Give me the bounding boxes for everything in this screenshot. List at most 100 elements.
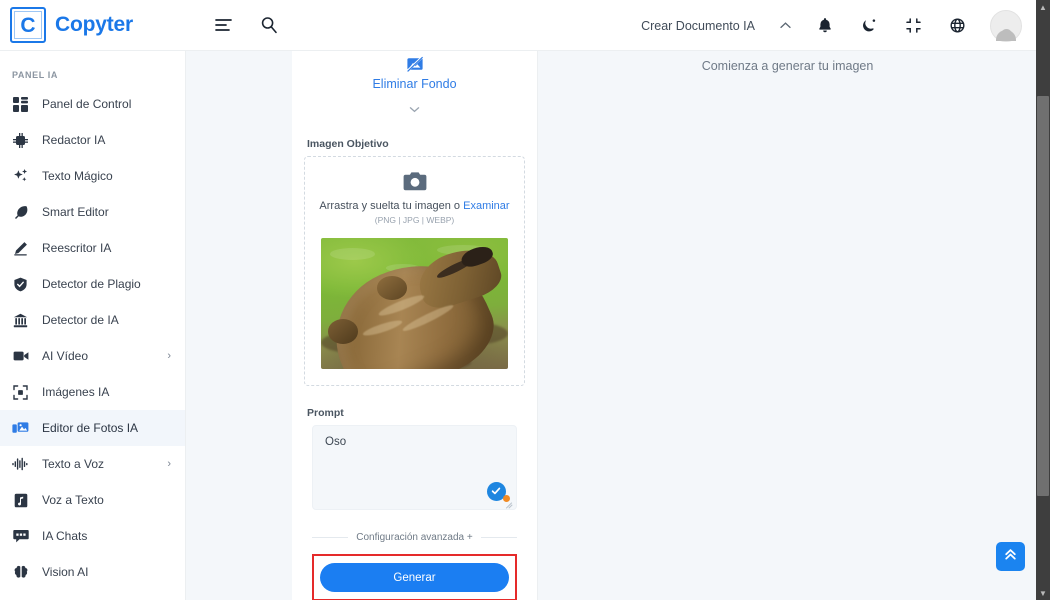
- shield-check-icon: [12, 276, 29, 293]
- prompt-textarea[interactable]: Oso: [312, 425, 517, 510]
- tool-settings-card: Eliminar Fondo Imagen Objetivo Arrastra …: [292, 51, 538, 600]
- bank-detector-icon: [12, 312, 29, 329]
- chevron-down-icon[interactable]: [304, 105, 525, 117]
- sidebar-item-label: Reescritor IA: [42, 241, 112, 255]
- target-image-label: Imagen Objetivo: [307, 138, 389, 150]
- sidebar-item-label: AI Vídeo: [42, 349, 89, 363]
- uploaded-image-thumbnail[interactable]: [321, 238, 508, 369]
- generate-button[interactable]: Generar: [320, 563, 509, 592]
- scrollbar-up-arrow[interactable]: ▲: [1036, 0, 1050, 14]
- advanced-settings-label: Configuración avanzada +: [356, 532, 473, 543]
- search-icon[interactable]: [258, 14, 280, 36]
- tool-tab-label: Eliminar Fondo: [372, 77, 457, 91]
- dropzone-formats: (PNG | JPG | WEBP): [374, 215, 455, 225]
- audio-file-icon: [12, 492, 29, 509]
- divider-left: [312, 537, 349, 538]
- chevron-right-icon[interactable]: ›: [167, 458, 171, 470]
- app-root: C Copyter Crear Documento IA PANEL IA Pa…: [0, 0, 1050, 600]
- image-frame-icon: [12, 384, 29, 401]
- browser-scrollbar[interactable]: ▲ ▼: [1036, 0, 1050, 600]
- dropzone-text: Arrastra y suelta tu imagen o: [319, 200, 464, 212]
- left-gutter: [186, 51, 292, 600]
- moon-icon[interactable]: [858, 15, 880, 37]
- sidebar-item-panel-de-control[interactable]: Panel de Control: [0, 86, 185, 122]
- scroll-to-top-button[interactable]: [996, 542, 1025, 571]
- sidebar-item-label: Texto a Voz: [42, 457, 105, 471]
- sidebar-item-vision-ai[interactable]: Vision AI: [0, 554, 185, 590]
- globe-icon[interactable]: [946, 15, 968, 37]
- sidebar-item-label: Smart Editor: [42, 205, 109, 219]
- sidebar-item-editor-de-fotos-ia[interactable]: Editor de Fotos IA: [0, 410, 185, 446]
- scrollbar-track[interactable]: ▲ ▼: [1036, 0, 1050, 600]
- sidebar-item-label: Redactor IA: [42, 133, 106, 147]
- divider-right: [480, 537, 518, 538]
- waveform-icon: [12, 456, 29, 473]
- dropzone-text-row: Arrastra y suelta tu imagen o Examinar: [313, 200, 516, 212]
- scrollbar-down-arrow[interactable]: ▼: [1036, 586, 1050, 600]
- sidebar-item-label: IA Chats: [42, 529, 88, 543]
- double-chevron-up-icon: [1003, 547, 1018, 567]
- sidebar-section-title: PANEL IA: [12, 70, 58, 80]
- sidebar-item-texto-a-voz[interactable]: Texto a Voz ›: [0, 446, 185, 482]
- chat-bubble-icon: [12, 528, 29, 545]
- sidebar-item-label: Texto Mágico: [42, 169, 113, 183]
- video-camera-icon: [12, 348, 29, 365]
- brand-name: Copyter: [55, 13, 133, 36]
- bell-icon[interactable]: [814, 15, 836, 37]
- sidebar-item-texto-magico[interactable]: Texto Mágico: [0, 158, 185, 194]
- sidebar-item-detector-de-ia[interactable]: Detector de IA: [0, 302, 185, 338]
- sidebar-item-detector-de-plagio[interactable]: Detector de Plagio: [0, 266, 185, 302]
- sidebar-item-label: Editor de Fotos IA: [42, 421, 139, 435]
- sidebar-item-imagenes-ia[interactable]: Imágenes IA: [0, 374, 185, 410]
- bear-ear-shape: [377, 275, 407, 300]
- sidebar-item-label: Panel de Control: [42, 97, 132, 111]
- sidebar-item-voz-a-texto[interactable]: Voz a Texto: [0, 482, 185, 518]
- sidebar-item-label: Detector de Plagio: [42, 277, 141, 291]
- main-content: Eliminar Fondo Imagen Objetivo Arrastra …: [186, 51, 1036, 600]
- chip-ai-icon: [12, 132, 29, 149]
- user-avatar-icon[interactable]: [990, 9, 1022, 42]
- sidebar-item-label: Vision AI: [42, 565, 89, 579]
- top-header: C Copyter Crear Documento IA: [0, 0, 1036, 51]
- compress-icon[interactable]: [902, 15, 924, 37]
- sidebar: PANEL IA Panel de Control Redactor IA Te…: [0, 51, 186, 600]
- tool-tab-eliminar-fondo[interactable]: Eliminar Fondo: [304, 51, 525, 93]
- sidebar-item-label: Detector de IA: [42, 313, 119, 327]
- brain-icon: [12, 564, 29, 581]
- image-slash-icon: [405, 55, 424, 73]
- feather-icon: [12, 204, 29, 221]
- header-left-icons: [212, 14, 280, 36]
- brand-logo[interactable]: C Copyter: [0, 0, 186, 51]
- chevron-up-icon[interactable]: [779, 19, 792, 33]
- dashboard-icon: [12, 96, 29, 113]
- dropzone-browse-link[interactable]: Examinar: [463, 200, 509, 212]
- create-document-label: Crear Documento IA: [641, 18, 755, 33]
- camera-icon: [403, 171, 427, 192]
- prompt-label: Prompt: [307, 407, 344, 419]
- sidebar-item-smart-editor[interactable]: Smart Editor: [0, 194, 185, 230]
- advanced-settings-toggle[interactable]: Configuración avanzada +: [312, 532, 518, 543]
- create-document-menu[interactable]: Crear Documento IA: [641, 19, 792, 33]
- generate-button-highlight: Generar: [312, 554, 517, 600]
- photo-editor-icon: [12, 420, 29, 437]
- sidebar-item-ai-video[interactable]: AI Vídeo ›: [0, 338, 185, 374]
- sidebar-item-label: Voz a Texto: [42, 493, 104, 507]
- brand-mark-icon: C: [10, 7, 46, 43]
- brand-initial: C: [20, 13, 36, 37]
- bear-photo: [321, 238, 508, 369]
- prompt-value: Oso: [325, 436, 347, 448]
- sidebar-item-ia-chats[interactable]: IA Chats: [0, 518, 185, 554]
- preview-placeholder-message: Comienza a generar tu imagen: [701, 59, 874, 73]
- pencil-icon: [12, 240, 29, 257]
- sidebar-item-reescritor-ia[interactable]: Reescritor IA: [0, 230, 185, 266]
- sparkles-icon: [12, 168, 29, 185]
- image-preview-panel: Comienza a generar tu imagen: [539, 51, 1036, 600]
- sidebar-item-redactor-ia[interactable]: Redactor IA: [0, 122, 185, 158]
- sidebar-item-label: Imágenes IA: [42, 385, 110, 399]
- chevron-right-icon[interactable]: ›: [167, 350, 171, 362]
- header-right-group: Crear Documento IA: [641, 0, 1022, 51]
- image-dropzone[interactable]: Arrastra y suelta tu imagen o Examinar (…: [304, 156, 525, 386]
- scrollbar-thumb[interactable]: [1037, 96, 1049, 496]
- resize-grip-icon[interactable]: [504, 498, 514, 509]
- menu-lines-icon[interactable]: [212, 14, 234, 36]
